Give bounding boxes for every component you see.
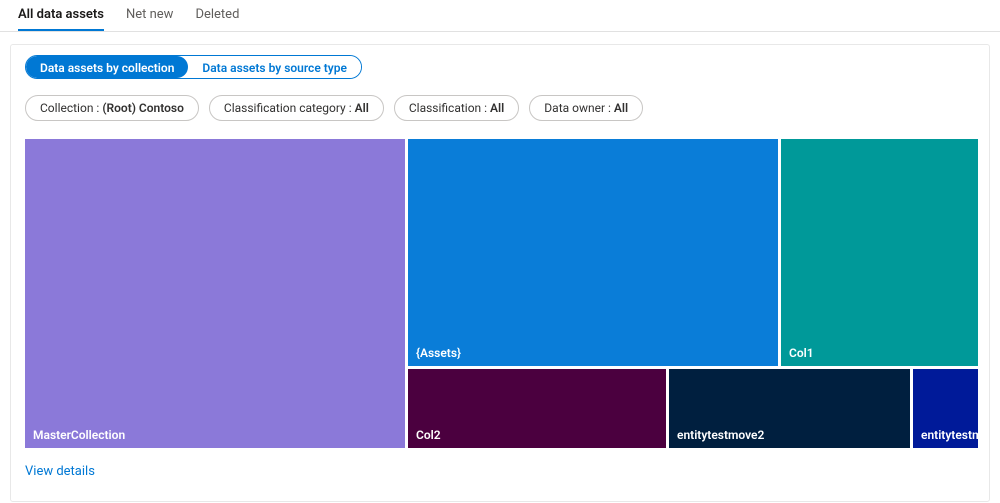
filter-value: All	[614, 101, 628, 115]
treemap-tile-label: entitytestmov...	[921, 428, 978, 442]
filter-classification-category[interactable]: Classification category : All	[209, 95, 384, 121]
treemap-tile-label: Col1	[789, 346, 814, 360]
filter-data-owner[interactable]: Data owner : All	[529, 95, 643, 121]
view-toggle: Data assets by collection Data assets by…	[25, 55, 362, 79]
treemap-tile[interactable]: Col2	[408, 369, 666, 448]
treemap-tile[interactable]: MasterCollection	[25, 139, 405, 448]
filter-collection[interactable]: Collection : (Root) Contoso	[25, 95, 199, 121]
filter-label: Classification category :	[224, 101, 355, 115]
filter-row: Collection : (Root) Contoso Classificati…	[25, 95, 975, 121]
tab-net-new[interactable]: Net new	[126, 8, 174, 31]
treemap-tile-label: entitytestmove2	[677, 428, 764, 442]
treemap-tile[interactable]: entitytestmov...	[913, 369, 978, 448]
treemap-tile[interactable]: Col1	[781, 139, 978, 366]
treemap-chart: MasterCollection {Assets} Col1 Col2 entityte…	[25, 139, 978, 448]
filter-label: Collection :	[40, 101, 102, 115]
toggle-by-collection[interactable]: Data assets by collection	[26, 56, 188, 78]
filter-label: Data owner :	[544, 101, 614, 115]
tab-deleted[interactable]: Deleted	[195, 8, 239, 31]
toggle-by-source-type[interactable]: Data assets by source type	[188, 56, 361, 78]
treemap-tile-label: {Assets}	[416, 346, 461, 360]
tab-all-data-assets[interactable]: All data assets	[18, 8, 104, 31]
treemap-tile[interactable]: {Assets}	[408, 139, 778, 366]
tab-bar: All data assets Net new Deleted	[0, 0, 1000, 32]
treemap-tile[interactable]: entitytestmove2	[669, 369, 910, 448]
filter-value: All	[490, 101, 504, 115]
filter-label: Classification :	[409, 101, 490, 115]
view-details-link[interactable]: View details	[25, 464, 95, 479]
treemap-tile-label: Col2	[416, 428, 441, 442]
treemap-tile-label: MasterCollection	[33, 428, 125, 442]
filter-value: All	[355, 101, 369, 115]
filter-classification[interactable]: Classification : All	[394, 95, 519, 121]
filter-value: (Root) Contoso	[102, 101, 184, 115]
insights-card: Data assets by collection Data assets by…	[10, 44, 990, 502]
